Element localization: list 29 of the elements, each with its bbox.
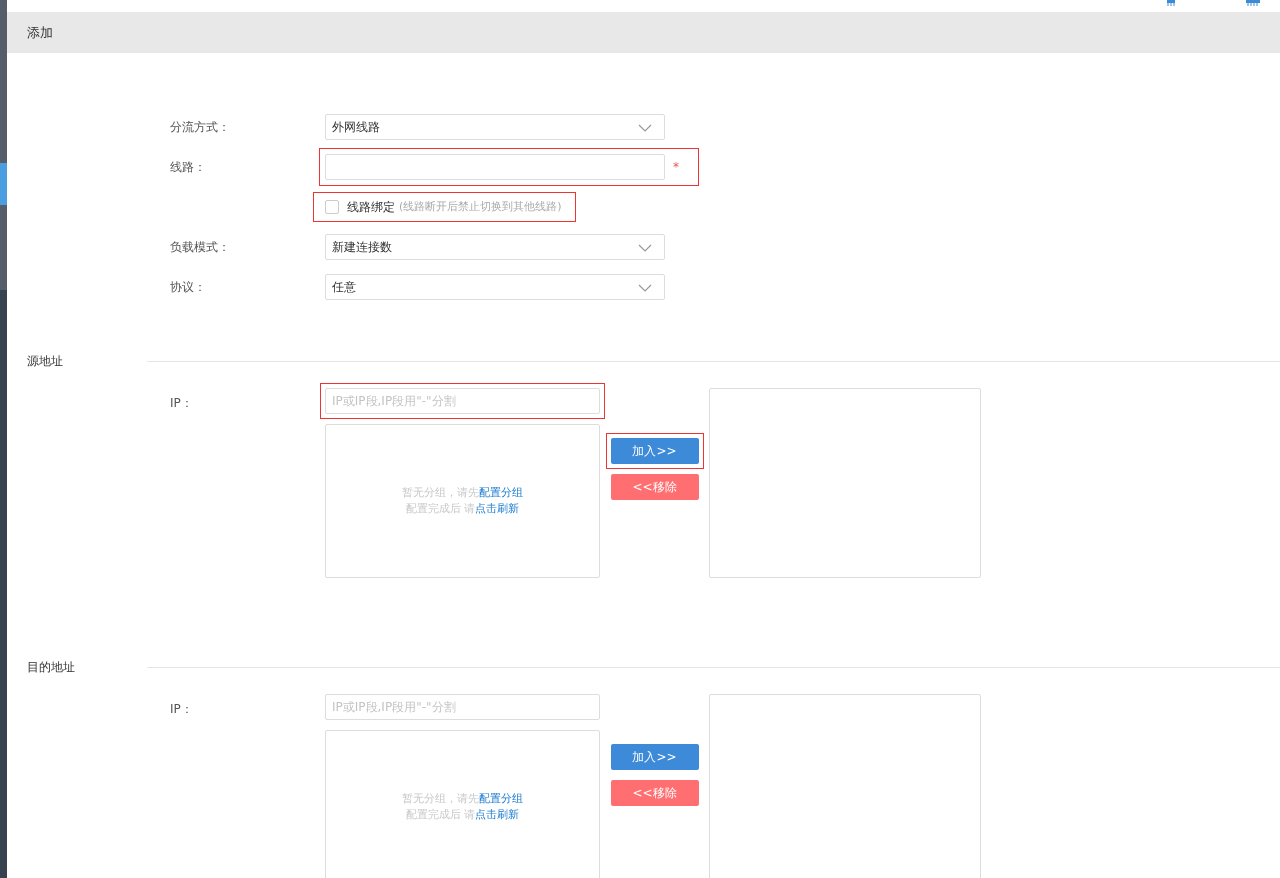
checkbox-label: 线路绑定 — [347, 199, 395, 216]
remove-button[interactable]: <<移除 — [610, 780, 699, 806]
dropdown[interactable]: 外网线路 — [325, 114, 665, 140]
chevron-down-icon — [638, 284, 652, 292]
configure-link[interactable]: 配置分组 — [479, 486, 523, 499]
dropdown[interactable]: 任意 — [325, 274, 665, 300]
field-label: 线路： — [170, 159, 207, 176]
section-title: 源地址 — [26, 353, 64, 370]
refresh-link[interactable]: 点击刷新 — [475, 502, 520, 515]
section-title: 目的地址 — [26, 659, 76, 676]
add-button[interactable]: 加入>> — [610, 744, 699, 770]
chevron-down-icon — [638, 244, 652, 252]
chevron-down-icon — [638, 124, 652, 132]
field-label: IP： — [170, 395, 194, 412]
field-label: 负载模式： — [170, 239, 231, 256]
field-label: 协议： — [170, 279, 207, 296]
refresh-link[interactable]: 点击刷新 — [475, 808, 520, 821]
dropdown[interactable]: 新建连接数 — [325, 234, 665, 260]
hint-text: (线路断开后禁止切换到其他线路) — [399, 198, 562, 215]
configure-link[interactable]: 配置分组 — [479, 792, 523, 805]
field-label: IP： — [170, 701, 194, 718]
field-label: 分流方式： — [170, 119, 231, 136]
remove-button[interactable]: <<移除 — [610, 474, 699, 500]
page-title: 添加 — [27, 23, 53, 42]
checkbox[interactable] — [325, 200, 339, 214]
memory-icon — [1246, 0, 1260, 6]
add-button[interactable]: 加入>> — [610, 438, 699, 464]
required-mark: * — [673, 159, 679, 176]
cpu-icon — [1166, 0, 1176, 6]
